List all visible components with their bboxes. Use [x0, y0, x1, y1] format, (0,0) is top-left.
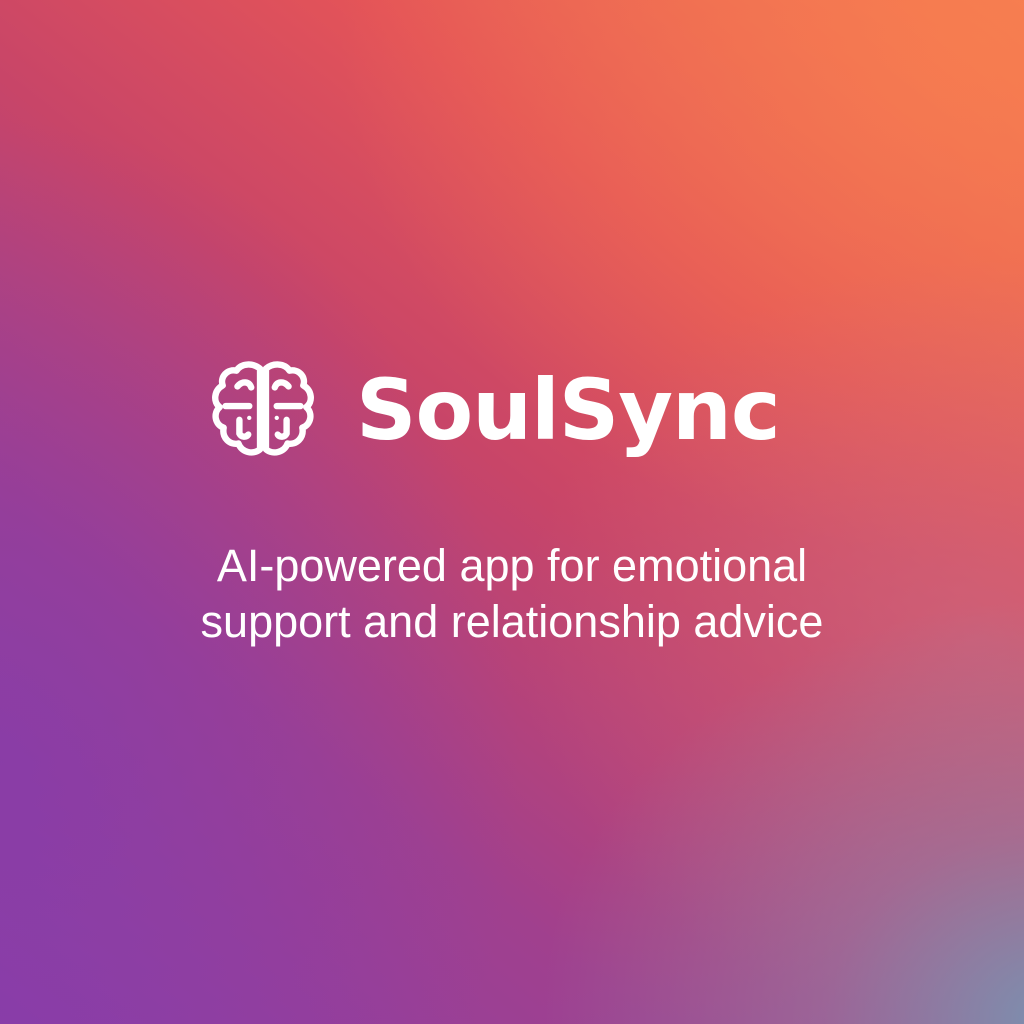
tagline-line-2: support and relationship advice	[200, 596, 824, 647]
tagline: AI-powered app for emotional support and…	[112, 538, 912, 650]
splash-screen: SoulSync AI-powered app for emotional su…	[0, 0, 1024, 1024]
background-glow-blue	[0, 0, 1024, 1024]
brand-lockup: SoulSync	[204, 350, 824, 470]
tagline-line-1: AI-powered app for emotional	[216, 540, 808, 591]
app-name: SoulSync	[356, 361, 781, 459]
brain-icon	[204, 351, 322, 469]
